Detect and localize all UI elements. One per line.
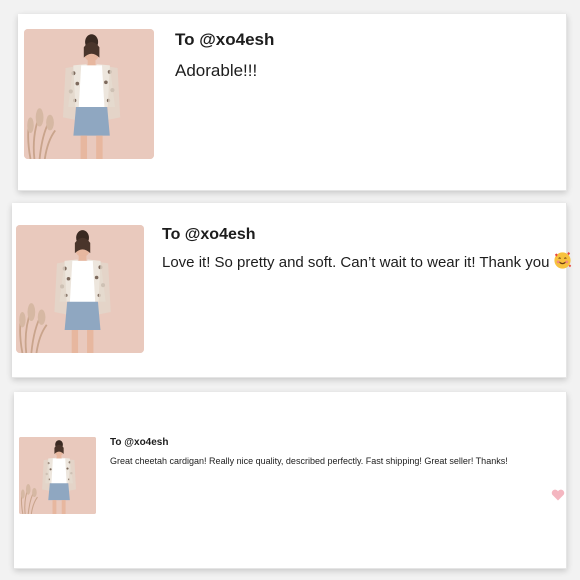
review-card: To @xo4esh Great cheetah cardigan! Reall… (14, 392, 567, 569)
review-comment: Adorable!!! (175, 61, 258, 80)
review-card: To @xo4esh Adorable!!! (18, 14, 567, 191)
review-comment: Great cheetah cardigan! Really nice qual… (110, 456, 508, 466)
product-photo[interactable] (19, 437, 96, 514)
review-card: To @xo4esh Love it! So pretty and soft. … (12, 203, 572, 378)
review-recipient: To @xo4esh (162, 226, 256, 243)
review-recipient: To @xo4esh (110, 437, 169, 448)
review-comment: Love it! So pretty and soft. Can’t wait … (162, 251, 572, 271)
smiling-face-with-hearts-icon (554, 251, 572, 269)
review-collage: To @xo4esh Adorable!!! To @xo4esh Love i… (0, 0, 580, 580)
product-photo[interactable] (16, 225, 144, 353)
product-photo[interactable] (24, 29, 154, 159)
review-comment-text: Love it! So pretty and soft. Can’t wait … (162, 254, 550, 271)
heart-icon[interactable] (551, 489, 565, 501)
review-recipient: To @xo4esh (175, 30, 275, 49)
